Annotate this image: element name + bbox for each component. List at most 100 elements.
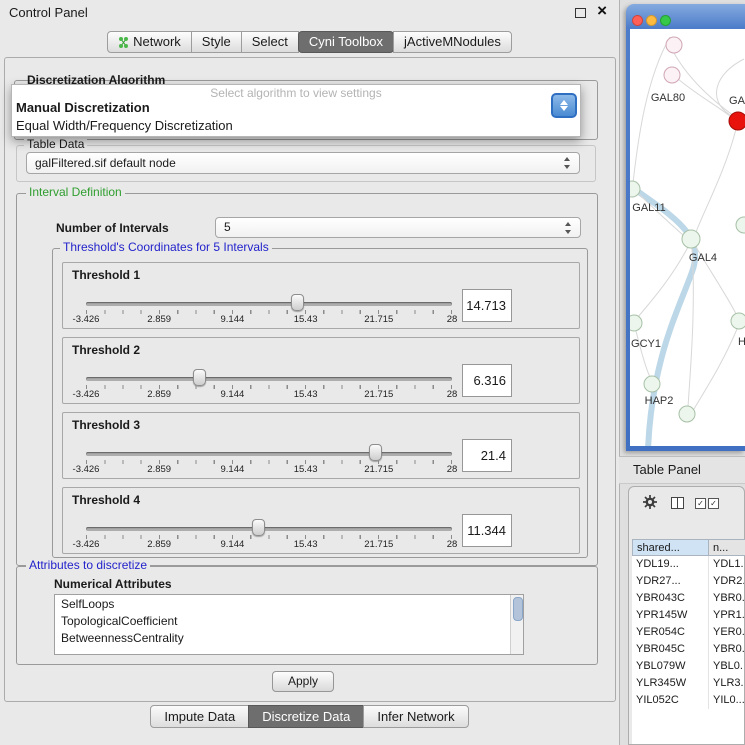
table-data-label: Table Data (24, 137, 87, 151)
network-node-hap2[interactable] (644, 376, 660, 392)
node-label: GAL11 (632, 202, 665, 214)
network-node-h[interactable] (731, 313, 745, 329)
tab-discretize-data[interactable]: Discretize Data (248, 705, 364, 728)
threshold-value-field[interactable]: 21.4 (462, 439, 512, 472)
network-node-gcy1[interactable] (630, 315, 642, 331)
slider-thumb[interactable] (252, 519, 265, 536)
cell-name: YDR2... (708, 573, 744, 590)
network-node[interactable] (666, 37, 682, 53)
cell-name: YLR3... (708, 675, 744, 692)
thresholds-container: Threshold 1-3.4262.8599.14415.4321.71528… (62, 262, 580, 562)
tab-style[interactable]: Style (191, 31, 242, 53)
window-title: Control Panel (9, 5, 88, 20)
algorithm-combo-arrow-button[interactable] (551, 93, 577, 118)
table-row[interactable]: YLR345WYLR3... (632, 675, 744, 692)
attributes-scrollbar[interactable] (510, 595, 523, 654)
network-edge[interactable] (674, 53, 734, 116)
tab-impute-data[interactable]: Impute Data (150, 705, 249, 728)
threshold-label: Threshold 3 (72, 418, 140, 432)
node-label: GAL80 (651, 92, 685, 104)
scale-label: 15.43 (294, 464, 318, 475)
attribute-item[interactable]: TopologicalCoefficient (55, 612, 523, 629)
tab-cyni-toolbox[interactable]: Cyni Toolbox (298, 31, 394, 53)
number-of-intervals-spinner[interactable]: 5 (215, 217, 581, 238)
attribute-item[interactable]: SelfLoops (55, 595, 523, 612)
table-row[interactable]: YIL052CYIL0... (632, 692, 744, 709)
slider-track (86, 452, 452, 456)
table-row[interactable]: YBR045CYBR0... (632, 641, 744, 658)
scale-label: -3.426 (73, 314, 100, 325)
cell-name: YPR1... (708, 607, 744, 624)
cell-name: YBR0... (708, 641, 744, 658)
scale-label: 15.43 (294, 389, 318, 400)
tab-network[interactable]: Network (107, 31, 192, 53)
option-equal-width-frequency[interactable]: Equal Width/Frequency Discretization (16, 118, 233, 133)
slider-thumb[interactable] (291, 294, 304, 311)
network-node-gal4[interactable] (682, 230, 700, 248)
cell-shared-name: YLR345W (632, 675, 708, 692)
tab-jactivemnodules[interactable]: jActiveMNodules (393, 31, 512, 53)
mac-close-icon[interactable] (632, 15, 643, 26)
node-label: GCY1 (631, 338, 661, 350)
number-of-intervals-value: 5 (224, 220, 231, 234)
slider-scale: -3.4262.8599.14415.4321.71528 (86, 539, 452, 551)
threshold-value-field[interactable]: 6.316 (462, 364, 512, 397)
table-toolbar: ✓ ✓ (629, 491, 744, 515)
gear-icon[interactable] (642, 494, 658, 515)
scale-label: 9.144 (221, 539, 245, 550)
scale-label: 15.43 (294, 539, 318, 550)
scale-label: 28 (447, 539, 458, 550)
table-panel-bar: Table Panel (619, 456, 745, 484)
network-node-ga[interactable] (729, 112, 745, 130)
slider-thumb[interactable] (193, 369, 206, 386)
table-row[interactable]: YBL079WYBL0... (632, 658, 744, 675)
scale-label: 21.715 (364, 389, 393, 400)
table-row[interactable]: YBR043CYBR0... (632, 590, 744, 607)
threshold-label: Threshold 2 (72, 343, 140, 357)
threshold-value-field[interactable]: 14.713 (462, 289, 512, 322)
table-data-combobox[interactable]: galFiltered.sif default node (26, 152, 580, 174)
checkbox-icon[interactable]: ✓ (695, 498, 706, 509)
table-row[interactable]: YDR27...YDR2... (632, 573, 744, 590)
network-node-gal80[interactable] (664, 67, 680, 83)
close-icon[interactable]: × (597, 1, 607, 21)
network-edge[interactable] (694, 329, 737, 409)
network-edge[interactable] (633, 37, 670, 183)
column-header-shared-name[interactable]: shared... (632, 539, 709, 556)
network-edge[interactable] (638, 193, 683, 235)
slider-scale: -3.4262.8599.14415.4321.71528 (86, 464, 452, 476)
option-manual-discretization[interactable]: Manual Discretization (16, 100, 150, 115)
column-header-name[interactable]: n... (708, 539, 745, 556)
number-of-intervals-label: Number of Intervals (56, 221, 169, 235)
checkbox-icon[interactable]: ✓ (708, 498, 719, 509)
table-row[interactable]: YER054CYER0... (632, 624, 744, 641)
network-edge[interactable] (696, 129, 736, 232)
float-window-icon[interactable] (575, 8, 586, 18)
table-row[interactable]: YDL19...YDL1... (632, 556, 744, 573)
slider-thumb[interactable] (369, 444, 382, 461)
scale-label: 9.144 (221, 389, 245, 400)
scrollbar-thumb[interactable] (513, 597, 523, 621)
scale-label: -3.426 (73, 389, 100, 400)
scale-label: 28 (447, 314, 458, 325)
mac-zoom-icon[interactable] (660, 15, 671, 26)
network-node[interactable] (736, 217, 745, 233)
slider-track (86, 527, 452, 531)
scale-label: 28 (447, 389, 458, 400)
mac-minimize-icon[interactable] (646, 15, 657, 26)
network-edge[interactable] (678, 79, 731, 117)
numerical-attributes-label: Numerical Attributes (54, 577, 172, 591)
network-canvas[interactable]: GAL80GAGAL11GAL4GCY1HHAP2 (630, 29, 745, 446)
tab-infer-network[interactable]: Infer Network (363, 705, 468, 728)
tab-select[interactable]: Select (241, 31, 299, 53)
network-node[interactable] (679, 406, 695, 422)
cell-name: YBL0... (708, 658, 744, 675)
apply-button[interactable]: Apply (272, 671, 334, 692)
cell-name: YBR0... (708, 590, 744, 607)
table-row[interactable]: YPR145WYPR1... (632, 607, 744, 624)
top-tab-bar: Network Style Select Cyni Toolbox jActiv… (0, 31, 619, 53)
threshold-value-field[interactable]: 11.344 (462, 514, 512, 547)
scale-label: -3.426 (73, 464, 100, 475)
attribute-item[interactable]: BetweennessCentrality (55, 629, 523, 646)
columns-icon[interactable] (671, 497, 684, 509)
